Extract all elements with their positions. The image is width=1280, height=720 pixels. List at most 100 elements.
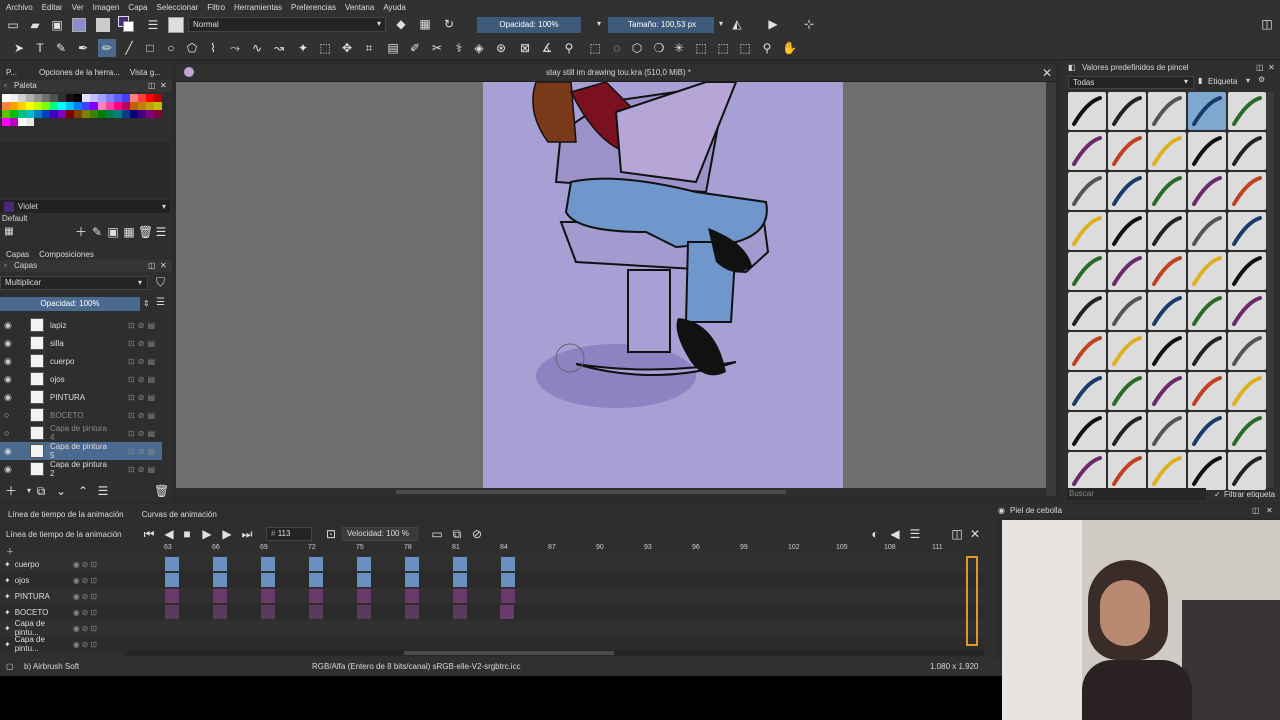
brush-preset-tile[interactable] <box>1188 372 1226 410</box>
fg-bg-color-icon[interactable] <box>118 16 134 32</box>
keyframe[interactable] <box>213 605 227 619</box>
palette-swatch[interactable] <box>90 94 98 102</box>
brush-preset-tile[interactable] <box>1228 172 1266 210</box>
layer-flags-icon[interactable]: ⊡⊘▤ <box>128 393 158 402</box>
alpha-lock-icon[interactable]: ▦ <box>418 17 432 31</box>
keyframe[interactable] <box>261 605 275 619</box>
close-icon[interactable]: ✕ <box>160 80 167 92</box>
palette-swatch[interactable] <box>130 110 138 118</box>
onion-float-icon[interactable]: ◫ <box>1252 504 1260 518</box>
speed-input[interactable]: Velocidad: 100 % <box>342 527 418 541</box>
palette-swatch[interactable] <box>26 118 34 126</box>
layer-flags-icon[interactable]: ⊡⊘▤ <box>128 357 158 366</box>
keyframe[interactable] <box>500 605 514 619</box>
keyframe[interactable] <box>501 573 515 587</box>
palette-swatch[interactable] <box>18 118 26 126</box>
menu-herramientas[interactable]: Herramientas <box>234 3 282 12</box>
edit-shapes-icon[interactable]: ✎ <box>54 41 68 55</box>
keyframe[interactable] <box>165 557 179 571</box>
row-flags-icon[interactable]: ◉⊘⊡ <box>73 560 99 569</box>
frame-ruler[interactable]: 63 66 69 72 75 78 81 84 87 90 93 96 99 102 105 108 111 <box>124 544 984 556</box>
palette-swatch[interactable] <box>82 102 90 110</box>
palette-swatch[interactable] <box>34 110 42 118</box>
layers-close-icon[interactable]: ✕ <box>160 260 167 272</box>
tab-overview[interactable]: Vista g... <box>130 68 161 77</box>
multibrush-icon[interactable]: ✦ <box>296 41 310 55</box>
gradient-swatch-icon[interactable] <box>96 18 110 32</box>
layer-properties-icon[interactable]: ☰ <box>96 484 110 498</box>
crop-tool-icon[interactable]: ⌗ <box>362 41 376 55</box>
menu-seleccionar[interactable]: Seleccionar <box>156 3 198 12</box>
brush-preset-tile[interactable] <box>1148 92 1186 130</box>
brush-preset-tile[interactable] <box>1108 132 1146 170</box>
brush-preset-tile[interactable] <box>1068 452 1106 490</box>
close-document-icon[interactable]: ✕ <box>1042 66 1052 80</box>
eye-icon[interactable]: ◉ <box>4 374 16 385</box>
palette-swatch[interactable] <box>26 110 34 118</box>
layer-flags-icon[interactable]: ⊡⊘▤ <box>128 465 158 474</box>
palette-swatch[interactable] <box>82 94 90 102</box>
brush-preset-tile[interactable] <box>1228 372 1266 410</box>
add-swatch-icon[interactable]: ＋ <box>74 225 88 239</box>
palette-swatch[interactable] <box>90 102 98 110</box>
brush-preset-tile[interactable] <box>1108 92 1146 130</box>
text-tool-icon[interactable]: T <box>33 41 47 55</box>
palette-swatch[interactable] <box>50 102 58 110</box>
brush-preset-tile[interactable] <box>1148 172 1186 210</box>
timeline-row[interactable]: ✦ ojos ◉⊘⊡ <box>0 572 984 588</box>
brush-preset-tile[interactable] <box>1068 92 1106 130</box>
color-dropdown-icon[interactable]: ▾ <box>162 202 166 211</box>
palette-swatch[interactable] <box>58 94 66 102</box>
zoom-tool-icon[interactable]: ⚲ <box>760 41 774 55</box>
move-layer-down-icon[interactable]: ⌄ <box>54 484 68 498</box>
vertical-scrollbar[interactable] <box>1046 82 1056 496</box>
tab-timeline[interactable]: Línea de tiempo de la animación <box>8 510 124 519</box>
add-layer-icon[interactable]: ＋ <box>4 484 18 498</box>
fill-tool-icon[interactable]: ◈ <box>472 41 486 55</box>
filter-tag-checkbox[interactable]: ✓ <box>1214 490 1221 499</box>
menu-archivo[interactable]: Archivo <box>6 3 33 12</box>
freehand-brush-icon[interactable]: ✏ <box>98 39 116 57</box>
brush-preset-tile[interactable] <box>1108 372 1146 410</box>
ellipse-select-icon[interactable]: ◌ <box>610 41 624 55</box>
move-layer-up-icon[interactable]: ⌃ <box>76 484 90 498</box>
row-flags-icon[interactable]: ◉⊘⊡ <box>73 608 99 617</box>
timeline-row[interactable]: ✦ cuerpo ◉⊘⊡ <box>0 556 984 572</box>
brush-preset-tile[interactable] <box>1228 292 1266 330</box>
palette-swatch[interactable] <box>130 94 138 102</box>
layer-blend-select[interactable]: Multiplicar <box>0 276 148 290</box>
palette-swatch[interactable] <box>98 94 106 102</box>
save-icon[interactable]: ▣ <box>50 18 64 32</box>
polygon-select-icon[interactable]: ⬡ <box>630 41 644 55</box>
brush-close-icon[interactable]: ✕ <box>1268 62 1275 74</box>
perspective-grid-icon[interactable]: ⊠ <box>518 41 532 55</box>
audio-icon[interactable]: ◀ <box>888 527 902 541</box>
assistant-tool-icon[interactable]: ⊛ <box>494 41 508 55</box>
pin-row-icon[interactable]: ✦ <box>4 608 11 617</box>
brush-preset-tile[interactable] <box>1068 172 1106 210</box>
palette-swatch[interactable] <box>106 110 114 118</box>
layer-row[interactable]: ◉ Capa de pintura 2 ⊡⊘▤ <box>0 460 162 478</box>
pin-row-icon[interactable]: ✦ <box>4 624 11 633</box>
layer-flags-icon[interactable]: ⊡⊘▤ <box>128 447 158 456</box>
layer-opacity-slider[interactable]: Opacidad: 100% <box>0 297 140 311</box>
brush-filter-select[interactable]: Todas <box>1068 76 1194 89</box>
mirror-vertical-icon[interactable]: ▶ <box>766 17 780 31</box>
brush-preset-tile[interactable] <box>1188 252 1226 290</box>
palette-swatch[interactable] <box>2 94 10 102</box>
brush-preset-tile[interactable] <box>1188 92 1226 130</box>
brush-preset-tile[interactable] <box>1108 252 1146 290</box>
layer-filter-icon[interactable]: ⛉ <box>156 275 165 290</box>
keyframe[interactable] <box>405 557 419 571</box>
rect-select-icon[interactable]: ⬚ <box>588 41 602 55</box>
new-document-icon[interactable]: ▭ <box>6 18 20 32</box>
palette-swatch[interactable] <box>26 94 34 102</box>
brush-scrollbar[interactable] <box>1266 92 1274 488</box>
bezier-tool-icon[interactable]: ⤳ <box>228 41 242 55</box>
rectangle-tool-icon[interactable]: □ <box>143 41 157 55</box>
palette-swatch[interactable] <box>122 102 130 110</box>
brush-preset-tile[interactable] <box>1228 332 1266 370</box>
palette-swatch[interactable] <box>154 110 162 118</box>
palette-swatch[interactable] <box>42 102 50 110</box>
brush-preset-tile[interactable] <box>1108 292 1146 330</box>
